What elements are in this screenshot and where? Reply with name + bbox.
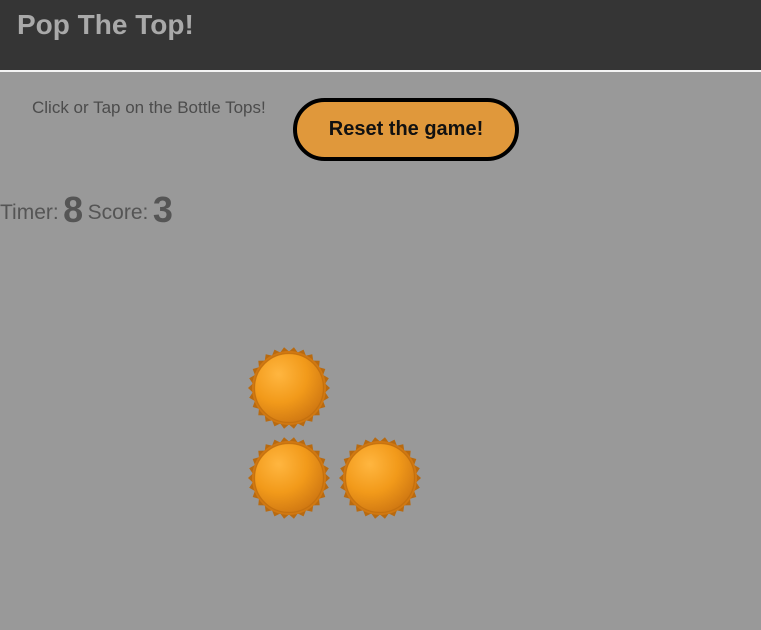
bottle-cap-icon[interactable]: [247, 346, 331, 430]
bottle-cap-icon[interactable]: [247, 436, 331, 520]
timer-label: Timer:: [0, 201, 59, 224]
timer-value: 8: [63, 189, 84, 230]
reset-game-button[interactable]: Reset the game!: [293, 98, 519, 161]
bottle-cap-icon[interactable]: [338, 436, 422, 520]
score-label: Score:: [87, 201, 149, 224]
score-value: 3: [152, 189, 173, 230]
app-header: Pop The Top!: [0, 0, 761, 72]
app-title: Pop The Top!: [17, 9, 194, 40]
instructions-text: Click or Tap on the Bottle Tops!: [32, 98, 266, 117]
stats-bar: Timer: 8 Score: 3: [0, 189, 173, 231]
